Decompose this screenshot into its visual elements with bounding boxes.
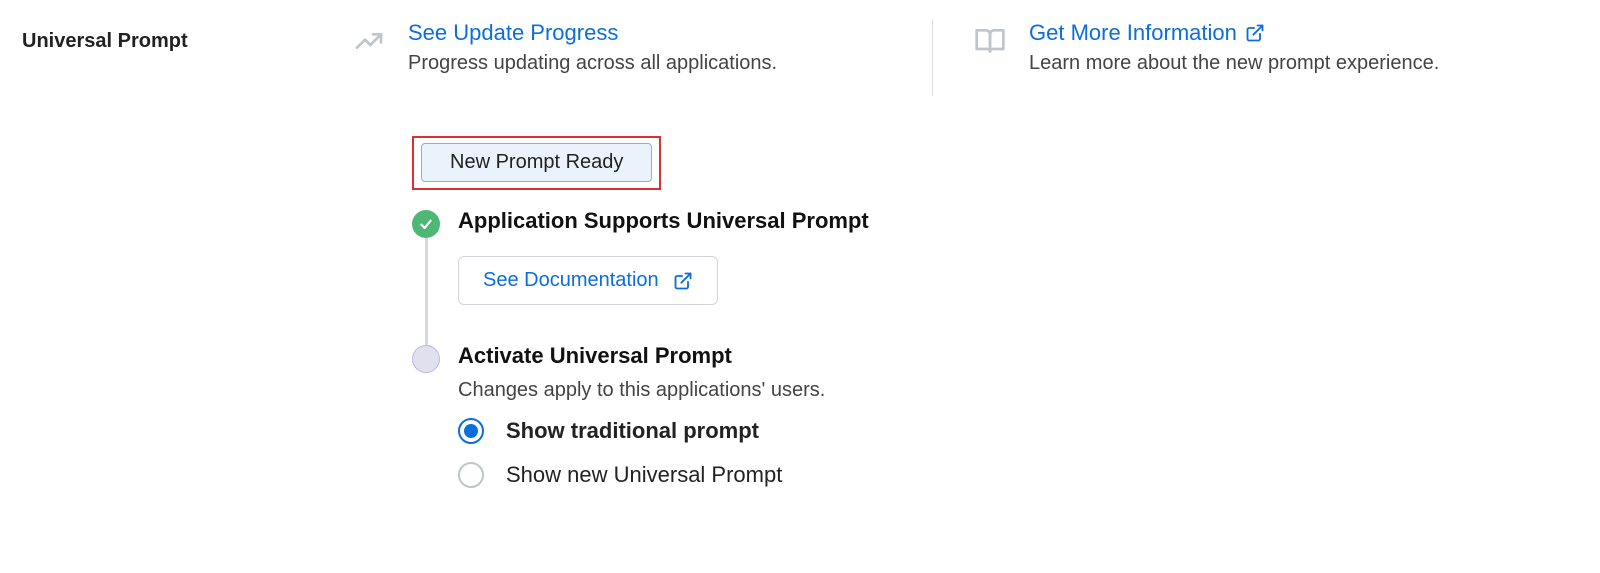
- step-activate-title: Activate Universal Prompt: [458, 343, 1252, 369]
- section-label-col: Universal Prompt: [22, 20, 352, 53]
- link-see-update-progress[interactable]: See Update Progress: [408, 20, 777, 46]
- content-column: New Prompt Ready Application Supports Un…: [352, 136, 1252, 494]
- step-activate: Activate Universal Prompt Changes apply …: [412, 343, 1252, 494]
- check-icon: [418, 216, 434, 232]
- info-cards-row: See Update Progress Progress updating ac…: [352, 20, 1578, 96]
- link-see-update-progress-text: See Update Progress: [408, 20, 618, 46]
- radio-universal-label: Show new Universal Prompt: [506, 462, 782, 488]
- external-link-icon: [673, 271, 693, 291]
- prompt-radio-group: Show traditional prompt Show new Univers…: [458, 418, 1252, 488]
- vertical-divider: [932, 20, 933, 96]
- card-more-info: Get More Information Learn more about th…: [973, 20, 1439, 96]
- radio-indicator-selected: [458, 418, 484, 444]
- trend-up-icon: [352, 24, 386, 58]
- card-more-info-subtitle: Learn more about the new prompt experien…: [1029, 52, 1439, 75]
- status-badge-new-prompt-ready: New Prompt Ready: [421, 143, 652, 182]
- header-row: Universal Prompt See Update Progress Pro…: [22, 20, 1578, 96]
- external-link-icon: [1245, 23, 1265, 43]
- radio-indicator-unselected: [458, 462, 484, 488]
- section-label: Universal Prompt: [22, 30, 352, 53]
- card-update-progress: See Update Progress Progress updating ac…: [352, 20, 932, 96]
- steps-timeline: Application Supports Universal Prompt Se…: [412, 208, 1252, 494]
- step-supports-marker-done: [412, 210, 440, 238]
- timeline-connector: [425, 238, 428, 345]
- link-get-more-information-text: Get More Information: [1029, 20, 1237, 46]
- see-documentation-button[interactable]: See Documentation: [458, 256, 718, 305]
- radio-traditional-label: Show traditional prompt: [506, 418, 759, 444]
- step-activate-marker-pending: [412, 345, 440, 373]
- book-icon: [973, 24, 1007, 58]
- radio-traditional-prompt[interactable]: Show traditional prompt: [458, 418, 1252, 444]
- see-documentation-label: See Documentation: [483, 269, 659, 292]
- card-update-progress-subtitle: Progress updating across all application…: [408, 52, 777, 75]
- step-supports: Application Supports Universal Prompt Se…: [412, 208, 1252, 343]
- step-supports-title: Application Supports Universal Prompt: [458, 208, 1252, 234]
- badge-highlight-frame: New Prompt Ready: [412, 136, 661, 190]
- link-get-more-information[interactable]: Get More Information: [1029, 20, 1439, 46]
- step-activate-subtitle: Changes apply to this applications' user…: [458, 379, 1252, 402]
- radio-universal-prompt[interactable]: Show new Universal Prompt: [458, 462, 1252, 488]
